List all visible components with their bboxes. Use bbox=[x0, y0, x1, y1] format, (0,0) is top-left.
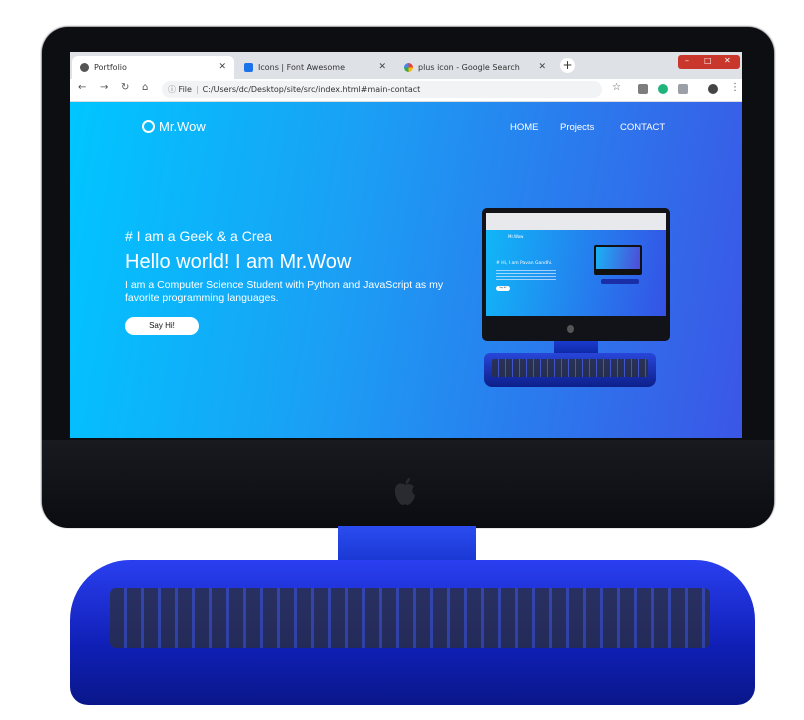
star-icon[interactable]: ☆ bbox=[612, 82, 621, 93]
tab-label: Icons | Font Awesome bbox=[258, 63, 346, 72]
logo-ring-icon bbox=[142, 120, 155, 133]
mini-mini-monitor bbox=[594, 245, 642, 275]
mini-browser-chrome bbox=[486, 213, 666, 230]
back-icon[interactable]: ← bbox=[78, 82, 86, 93]
grammarly-icon[interactable] bbox=[658, 84, 668, 94]
address-bar[interactable]: ⓘ File | C:/Users/dc/Desktop/site/src/inde… bbox=[162, 81, 602, 98]
tab-portfolio[interactable]: Portfolio ✕ bbox=[72, 56, 234, 79]
close-icon[interactable]: ✕ bbox=[538, 62, 546, 72]
mini-logo: Mr.Wow bbox=[508, 234, 524, 239]
mini-screen: Mr.Wow # Hi, I am Pavan Gandhi. Say Hi! bbox=[486, 213, 666, 316]
apple-icon bbox=[567, 325, 574, 333]
minimize-icon[interactable]: – bbox=[685, 56, 689, 65]
tab-font-awesome[interactable]: Icons | Font Awesome ✕ bbox=[236, 56, 394, 79]
browser-tabstrip: Portfolio ✕ Icons | Font Awesome ✕ plus … bbox=[70, 52, 742, 79]
window-controls[interactable]: – □ ✕ bbox=[678, 55, 740, 69]
menu-icon[interactable]: ⋮ bbox=[730, 82, 740, 93]
mini-cta: Say Hi! bbox=[496, 286, 510, 291]
site-logo[interactable]: Mr.Wow bbox=[142, 119, 206, 134]
tab-label: Portfolio bbox=[94, 63, 127, 72]
browser-toolbar: ← → ↻ ⌂ ⓘ File | C:/Users/dc/Desktop/site/… bbox=[70, 79, 742, 102]
hero-headline: Hello world! I am Mr.Wow bbox=[125, 251, 352, 273]
reload-icon[interactable]: ↻ bbox=[121, 82, 129, 93]
font-awesome-icon bbox=[244, 63, 253, 72]
extension-icon[interactable] bbox=[638, 84, 648, 94]
nav-projects[interactable]: Projects bbox=[560, 122, 594, 133]
say-hi-button[interactable]: Say Hi! bbox=[125, 317, 199, 335]
mini-tagline: # Hi, I am Pavan Gandhi. bbox=[496, 261, 553, 266]
nav-home[interactable]: HOME bbox=[510, 122, 539, 133]
new-tab-button[interactable]: + bbox=[560, 58, 575, 73]
extension-icon[interactable] bbox=[678, 84, 688, 94]
close-icon[interactable]: ✕ bbox=[378, 62, 386, 72]
tab-label: plus icon - Google Search bbox=[418, 63, 520, 72]
forward-icon[interactable]: → bbox=[100, 82, 108, 93]
google-icon bbox=[404, 63, 413, 72]
address-url: C:/Users/dc/Desktop/site/src/index.html#… bbox=[202, 85, 421, 94]
hero-description: I am a Computer Science Student with Pyt… bbox=[125, 279, 444, 304]
webpage-hero: Mr.Wow HOME Projects CONTACT # I am a Ge… bbox=[70, 102, 742, 438]
mini-keyboard bbox=[484, 353, 656, 387]
tab-google-search[interactable]: plus icon - Google Search ✕ bbox=[396, 56, 554, 79]
keyboard-keys bbox=[110, 588, 710, 648]
close-window-icon[interactable]: ✕ bbox=[724, 56, 731, 65]
globe-icon bbox=[80, 63, 89, 72]
home-icon[interactable]: ⌂ bbox=[142, 82, 148, 93]
maximize-icon[interactable]: □ bbox=[704, 56, 712, 65]
mini-description bbox=[496, 270, 556, 280]
hero-monitor-illustration: Mr.Wow # Hi, I am Pavan Gandhi. Say Hi! bbox=[482, 208, 670, 341]
hero-tagline: # I am a Geek & a Crea bbox=[125, 228, 273, 244]
address-scheme: File bbox=[178, 85, 192, 94]
logo-text: Mr.Wow bbox=[159, 119, 206, 134]
profile-icon[interactable] bbox=[708, 84, 718, 94]
monitor-screen: Portfolio ✕ Icons | Font Awesome ✕ plus … bbox=[70, 52, 742, 438]
apple-icon bbox=[394, 478, 415, 505]
nav-contact[interactable]: CONTACT bbox=[620, 122, 665, 133]
info-icon[interactable]: ⓘ bbox=[168, 85, 176, 94]
mini-mini-keyboard bbox=[601, 279, 639, 284]
close-icon[interactable]: ✕ bbox=[218, 62, 226, 72]
